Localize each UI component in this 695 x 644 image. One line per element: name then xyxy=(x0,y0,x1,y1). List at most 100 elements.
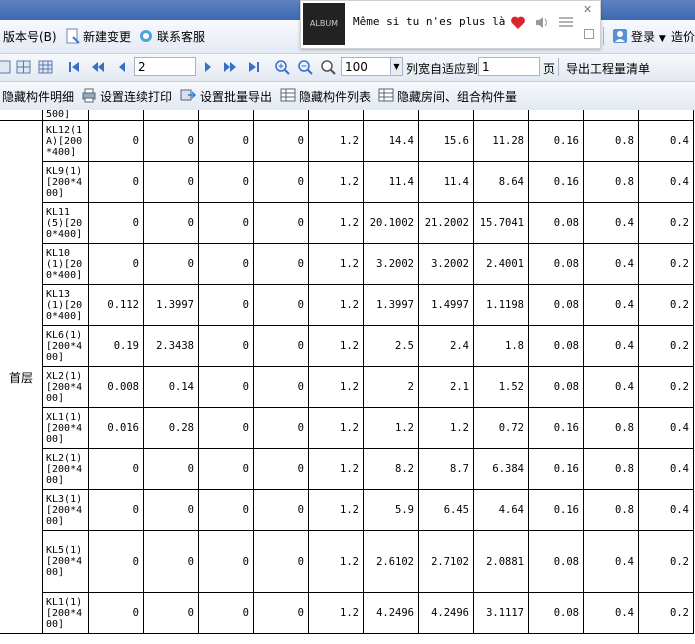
quantity-cell: 0.16 xyxy=(528,448,584,490)
component-name-cell: KL5(1)[200*400] xyxy=(42,530,89,593)
table-row[interactable]: KL13(1)[200*400] 0.112 1.3997 0 0 1.2 1.3997 1.… xyxy=(0,284,694,326)
quantity-cell: 0.08 xyxy=(528,284,584,326)
quantity-cell: 0.08 xyxy=(528,243,584,285)
quantity-cell: 0.4 xyxy=(638,448,694,490)
table-row[interactable]: KL2(1)[200*400] 0 0 0 0 1.2 8.2 8.7 6.384 0.16 0.8… xyxy=(0,448,694,490)
quantity-cell: 0 xyxy=(198,489,254,531)
cost-menu[interactable]: 造价 xyxy=(671,28,695,45)
table-row[interactable]: KL6(1)[200*400] 0.19 2.3438 0 0 1.2 2.5 2.4 1.8 0… xyxy=(0,325,694,367)
print-settings-icon xyxy=(81,87,97,103)
zoom-dropdown-icon[interactable]: ▼ xyxy=(390,57,403,76)
quantity-cell: 0 xyxy=(253,202,309,244)
toolbar-separator xyxy=(558,58,559,76)
table-row[interactable]: KL9(1)[200*400] 0 0 0 0 1.2 11.4 11.4 8.64 0.16 0.… xyxy=(0,161,694,203)
quantity-cell: 0 xyxy=(253,448,309,490)
table-cell xyxy=(253,110,309,121)
quantity-cell: 5.9 xyxy=(363,489,419,531)
hide-detail-button[interactable]: 隐藏构件明细 xyxy=(2,88,74,105)
first-page-icon[interactable] xyxy=(66,59,82,75)
view-icon-3[interactable] xyxy=(38,59,54,75)
version-menu[interactable]: 版本号(B) xyxy=(3,28,57,45)
next-fast-icon[interactable] xyxy=(222,59,238,75)
magnifier-icon[interactable] xyxy=(320,59,336,75)
fit-pages-input[interactable]: 1 xyxy=(478,57,540,76)
hide-list-button[interactable]: 隐藏构件列表 xyxy=(299,88,371,105)
quantity-cell: 0.8 xyxy=(583,448,639,490)
quantity-cell: 8.7 xyxy=(418,448,474,490)
quantity-cell: 0 xyxy=(88,448,144,490)
close-icon[interactable]: ✕ xyxy=(583,3,592,16)
table-row[interactable]: XL2(1)[200*400] 0.008 0.14 0 0 1.2 2 2.1 1.52 0.0… xyxy=(0,366,694,408)
heart-icon[interactable] xyxy=(510,15,526,33)
volume-icon[interactable] xyxy=(534,15,550,33)
continuous-print-button[interactable]: 设置连续打印 xyxy=(100,88,172,105)
previous-fast-icon[interactable] xyxy=(90,59,106,75)
table-row[interactable]: KL5(1)[200*400] 0 0 0 0 1.2 2.6102 2.7102 2.0881… xyxy=(0,530,694,593)
zoom-in-icon[interactable] xyxy=(274,59,290,75)
quantity-cell: 0 xyxy=(88,161,144,203)
quantity-cell: 1.2 xyxy=(308,161,364,203)
quantity-cell: 1.2 xyxy=(308,448,364,490)
table-cell xyxy=(418,110,474,121)
view-icon-1[interactable] xyxy=(0,59,12,75)
view-icon-2[interactable] xyxy=(16,59,32,75)
last-page-icon[interactable] xyxy=(246,59,262,75)
quantity-cell: 0.2 xyxy=(638,592,694,634)
quantity-cell: 0 xyxy=(88,243,144,285)
zoom-select[interactable]: 100 xyxy=(341,57,391,76)
component-name-cell: KL11(5)[200*400] xyxy=(42,202,89,244)
quantity-table: 500] 首层 KL12(1A)[200*400] 0 0 0 0 1.2 14.4 15.6 11… xyxy=(0,110,694,634)
quantity-cell: 0 xyxy=(198,366,254,408)
next-page-icon[interactable] xyxy=(200,59,216,75)
quantity-cell: 20.1002 xyxy=(363,202,419,244)
support-button[interactable]: 联系客服 xyxy=(138,28,205,45)
new-change-button[interactable]: 新建变更 xyxy=(64,28,131,45)
table-cell xyxy=(583,110,639,121)
quantity-cell: 0.08 xyxy=(528,202,584,244)
support-icon xyxy=(138,28,154,44)
table-row[interactable]: 首层 KL12(1A)[200*400] 0 0 0 0 1.2 14.4 15.6 11.28 0… xyxy=(0,120,694,634)
quantity-cell: 0.16 xyxy=(528,161,584,203)
quantity-cell: 0 xyxy=(143,489,199,531)
quantity-cell: 0 xyxy=(253,489,309,531)
quantity-cell: 0.4 xyxy=(638,161,694,203)
table-cell xyxy=(308,110,364,121)
quantity-cell: 0 xyxy=(198,325,254,367)
quantity-cell: 0.2 xyxy=(638,202,694,244)
zoom-out-icon[interactable] xyxy=(297,59,313,75)
login-button[interactable]: 登录 ▼ xyxy=(612,28,666,45)
quantity-cell: 15.6 xyxy=(418,120,474,162)
hide-rooms-button[interactable]: 隐藏房间、组合构件量 xyxy=(397,88,517,105)
playlist-icon[interactable] xyxy=(558,15,574,33)
quantity-cell: 0 xyxy=(143,530,199,593)
table-row[interactable]: KL3(1)[200*400] 0 0 0 0 1.2 5.9 6.45 4.64 0.16 0.8… xyxy=(0,489,694,531)
table-row[interactable]: KL10(1)[200*400] 0 0 0 0 1.2 3.2002 3.2002 2.400… xyxy=(0,243,694,285)
quantity-cell: 11.4 xyxy=(418,161,474,203)
quantity-table-area[interactable]: 500] 首层 KL12(1A)[200*400] 0 0 0 0 1.2 14.4 15.6 11… xyxy=(0,110,695,644)
quantity-cell: 0 xyxy=(253,325,309,367)
song-title: Même si tu n'es plus là xyxy=(353,15,506,28)
page-number-input[interactable]: 2 xyxy=(134,57,196,76)
album-art: ALBUM xyxy=(303,3,345,45)
quantity-cell: 0.2 xyxy=(638,284,694,326)
quantity-cell: 0.8 xyxy=(583,407,639,449)
quantity-cell: 0 xyxy=(143,243,199,285)
table-row[interactable]: KL11(5)[200*400] 0 0 0 0 1.2 20.1002 21.2002 15.… xyxy=(0,202,694,244)
previous-page-icon[interactable] xyxy=(114,59,130,75)
quantity-cell: 2.5 xyxy=(363,325,419,367)
new-document-icon xyxy=(64,28,80,44)
quantity-cell: 0.2 xyxy=(638,530,694,593)
quantity-cell: 0 xyxy=(143,120,199,162)
table-cell xyxy=(363,110,419,121)
table-row[interactable]: XL1(1)[200*400] 0.016 0.28 0 0 1.2 1.2 1.2 0.72 0… xyxy=(0,407,694,449)
table-row[interactable]: KL1(1)[200*400] 0 0 0 0 1.2 4.2496 4.2496 3.1117… xyxy=(0,592,694,634)
minimize-icon[interactable] xyxy=(584,28,594,42)
quantity-cell: 0.28 xyxy=(143,407,199,449)
batch-export-button[interactable]: 设置批量导出 xyxy=(200,88,272,105)
component-name-cell: KL9(1)[200*400] xyxy=(42,161,89,203)
export-list-button[interactable]: 导出工程量清单 xyxy=(566,60,650,77)
quantity-cell: 0.4 xyxy=(583,243,639,285)
table-cell xyxy=(143,110,199,121)
quantity-cell: 0.2 xyxy=(638,366,694,408)
component-name-cell: KL1(1)[200*400] xyxy=(42,592,89,634)
